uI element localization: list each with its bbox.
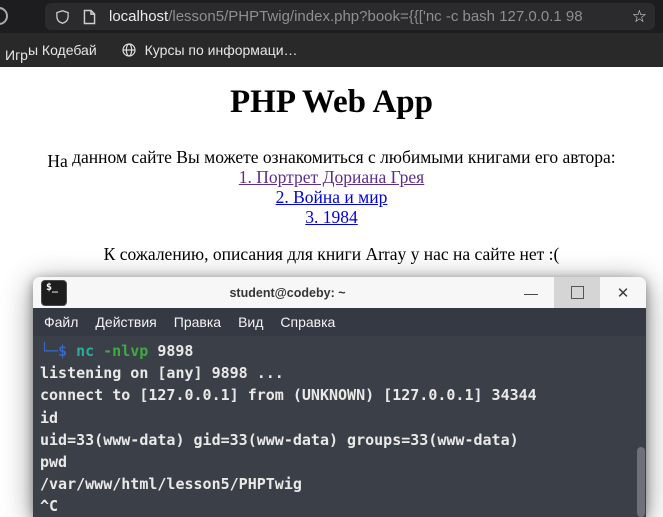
terminal-scrollbar-thumb[interactable] [637,447,645,517]
bookmarks-bar: Игр ы Кодебай Курсы по информаци… [0,33,663,67]
book-link-1984[interactable]: 3. 1984 [0,207,663,227]
url-fade [593,3,628,30]
close-button[interactable]: ✕ [600,277,646,308]
terminal-app-icon: $_ [41,279,67,306]
close-icon: ✕ [616,284,630,302]
url-text[interactable]: localhost/lesson5/PHPTwig/index.php?book… [109,3,628,30]
maximize-button[interactable] [554,277,600,308]
bookmark-item-courses[interactable]: Курсы по информаци… [121,42,298,58]
terminal-output-line: ^C [40,497,59,516]
menu-item-actions[interactable]: Действия [95,314,156,330]
globe-icon [121,42,137,58]
book-link-dorian-gray[interactable]: 1. Портрет Дориана Грея [0,167,663,187]
book-link-war-and-peace[interactable]: 2. Война и мир [0,187,663,207]
menu-item-help[interactable]: Справка [280,314,335,330]
intro-first-word: На [47,151,68,171]
terminal-title: student@codeby: ~ [229,285,346,300]
terminal-body[interactable]: └─$ nc -nlvp 9898 listening on [any] 9898 .… [33,336,646,517]
terminal-output-line: /var/www/html/lesson5/PHPTwig [40,475,302,494]
intro-block: На данном сайте Вы можете ознакомиться с… [0,147,663,227]
page-title: PHP Web App [230,84,433,120]
terminal-output-line: pwd [40,452,68,471]
prompt-option: -nlvp [103,342,149,360]
minimize-icon: — [524,284,538,301]
terminal-window: $_ student@codeby: ~ — ✕ Файл Действия П… [33,277,646,517]
terminal-output-line: listening on [any] 9898 ... [40,364,284,383]
bookmark-label-part2: ы Кодебай [27,42,97,58]
terminal-output-line: id [40,408,59,427]
address-bar[interactable]: localhost/lesson5/PHPTwig/index.php?book… [45,3,655,30]
book-notfound-message: К сожалению, описания для книги Array у … [103,244,560,264]
maximize-icon [570,286,584,299]
url-path: /lesson5/PHPTwig/index.php?book={{['nc -… [168,8,583,25]
page-icon[interactable] [83,9,96,25]
prompt-command: nc [76,342,95,360]
terminal-menubar: Файл Действия Правка Вид Справка [33,308,646,336]
bookmark-star-icon[interactable]: ☆ [632,8,647,25]
intro-paragraph: На данном сайте Вы можете ознакомиться с… [0,147,663,171]
menu-item-file[interactable]: Файл [44,314,78,330]
menu-item-view[interactable]: Вид [238,314,263,330]
bookmark-item-codeby-games[interactable]: Игр ы Кодебай [5,42,97,63]
shield-icon[interactable] [55,9,70,25]
terminal-titlebar[interactable]: $_ student@codeby: ~ — ✕ [33,277,646,308]
partial-browser-icon [0,7,8,25]
prompt-symbol: └─$ [40,342,68,360]
menu-item-edit[interactable]: Правка [174,314,221,330]
terminal-output-line: uid=33(www-data) gid=33(www-data) groups… [40,430,519,449]
bookmark-label-part1: Игр [5,47,28,63]
prompt-argument: 9898 [157,342,194,360]
bookmark-label: Курсы по информаци… [144,42,298,58]
browser-toolbar: localhost/lesson5/PHPTwig/index.php?book… [0,0,663,33]
intro-rest: данном сайте Вы можете ознакомиться с лю… [67,147,616,167]
minimize-button[interactable]: — [508,277,554,308]
terminal-output-line: connect to [127.0.0.1] from (UNKNOWN) [1… [40,386,537,405]
url-host: localhost [109,8,169,25]
window-controls: — ✕ [508,277,646,308]
web-page-content: PHP Web App На данном сайте Вы можете оз… [0,84,663,265]
terminal-prompt-line: └─$ nc -nlvp 9898 [40,340,646,362]
